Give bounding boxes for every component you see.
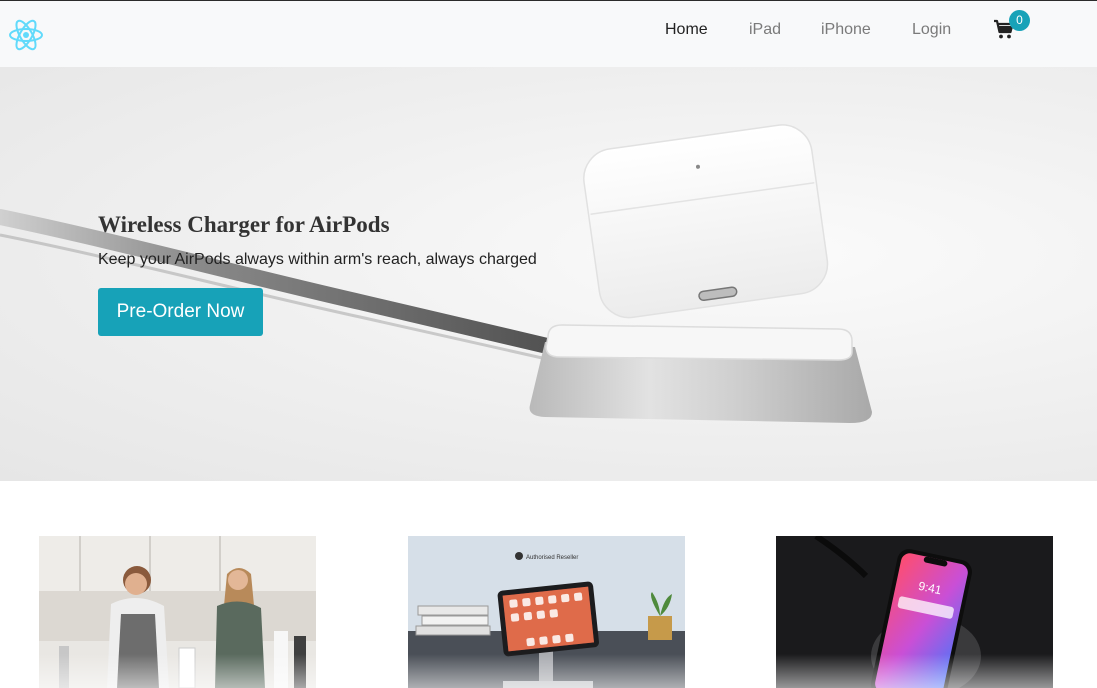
- airpods-wireless-charger-image: [0, 124, 872, 423]
- product-card-3[interactable]: 9:41: [776, 536, 1053, 688]
- react-logo-icon[interactable]: [8, 18, 44, 52]
- authorised-reseller-sign: Authorised Reseller: [526, 555, 578, 561]
- nav-link-login[interactable]: Login: [912, 20, 951, 40]
- product-card-2[interactable]: Authorised Reseller: [408, 536, 685, 688]
- cart-count-badge: 0: [1009, 10, 1030, 31]
- ipad-stand-image: Authorised Reseller: [408, 536, 685, 688]
- hero-subtitle: Keep your AirPods always within arm's re…: [98, 251, 537, 268]
- pre-order-button[interactable]: Pre-Order Now: [98, 288, 263, 336]
- workshop-people-image: [39, 536, 316, 688]
- product-card-1[interactable]: [39, 536, 316, 688]
- iphone-wireless-charging-image: 9:41: [776, 536, 1053, 688]
- hero-title: Wireless Charger for AirPods: [98, 212, 390, 237]
- nav-link-home[interactable]: Home: [665, 20, 708, 40]
- navbar: Home iPad iPhone Login 0: [0, 1, 1097, 67]
- nav-link-iphone[interactable]: iPhone: [821, 20, 871, 40]
- nav-link-ipad[interactable]: iPad: [749, 20, 781, 40]
- hero-banner: Wireless Charger for AirPods Keep your A…: [0, 67, 1097, 481]
